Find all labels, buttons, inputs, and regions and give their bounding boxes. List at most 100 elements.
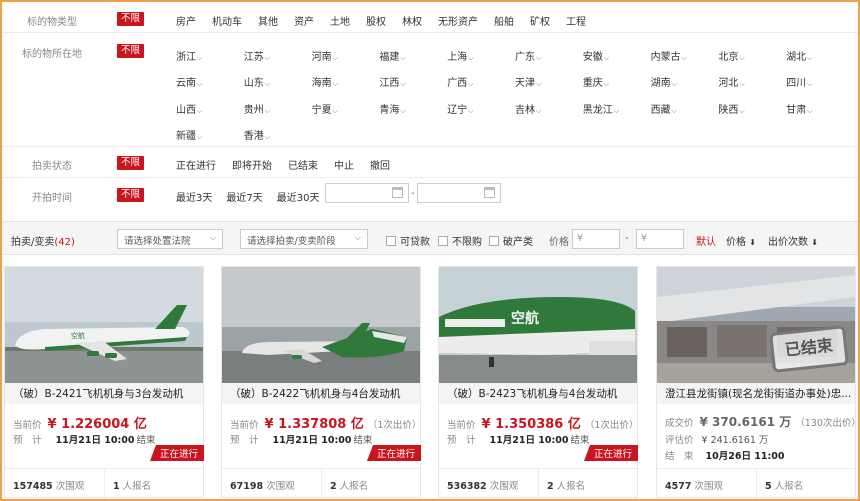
court-select[interactable]: 请选择处置法院 ⌵	[117, 229, 223, 249]
location-option[interactable]: 贵州⌵	[244, 101, 312, 116]
property-photo[interactable]: 已结束	[657, 267, 855, 383]
card-title[interactable]: （破）B-2423飞机机身与4台发动机	[439, 383, 637, 404]
filter-start-time-option[interactable]: 最近3天	[176, 189, 212, 204]
filter-type-option[interactable]: 机动车	[212, 13, 242, 28]
sort-price-label: 价格	[726, 237, 746, 248]
filter-type-option[interactable]: 资产	[294, 13, 314, 28]
filter-type-option[interactable]: 工程	[566, 13, 586, 28]
footer-divider	[756, 469, 757, 499]
location-option[interactable]: 福建⌵	[379, 48, 447, 63]
filter-start-time-unlimited[interactable]: 不限	[117, 188, 145, 202]
location-option[interactable]: 湖南⌵	[651, 74, 719, 89]
location-option[interactable]: 四川⌵	[786, 74, 854, 89]
card-title[interactable]: （破）B-2422飞机机身与4台发动机	[222, 383, 420, 404]
location-option[interactable]: 山东⌵	[244, 74, 312, 89]
filter-start-time-option[interactable]: 最近30天	[277, 189, 320, 204]
card-bid-count: （130次出价）	[795, 418, 860, 429]
auction-card[interactable]: 空航 （破）B-2423飞机机身与4台发动机 当前价 ¥ 1.350386 亿（1…	[438, 266, 638, 499]
location-option[interactable]: 海南⌵	[312, 74, 380, 89]
price-range-label: 价格	[549, 237, 569, 248]
location-option[interactable]: 广西⌵	[447, 74, 515, 89]
filter-type-option[interactable]: 矿权	[530, 13, 550, 28]
location-option[interactable]: 河北⌵	[718, 74, 786, 89]
filter-type-unlimited[interactable]: 不限	[117, 12, 145, 26]
location-option[interactable]: 吉林⌵	[515, 101, 583, 116]
location-option[interactable]: 新疆⌵	[176, 127, 244, 142]
location-option[interactable]: 广东⌵	[515, 48, 583, 63]
auction-card[interactable]: 空航 （破）B-2421飞机机身与3台发动机 当前价 ¥ 1.226004 亿 预…	[4, 266, 204, 499]
checkbox-bankruptcy[interactable]: 破产类	[489, 233, 533, 248]
filter-type-option[interactable]: 船舶	[494, 13, 514, 28]
filter-status-option[interactable]: 撤回	[370, 157, 390, 172]
filter-status-option[interactable]: 即将开始	[232, 157, 272, 172]
location-option[interactable]: 青海⌵	[379, 101, 447, 116]
filter-status-option[interactable]: 已结束	[288, 157, 318, 172]
filter-type-option[interactable]: 其他	[258, 13, 278, 28]
location-option[interactable]: 陕西⌵	[718, 101, 786, 116]
stage-select[interactable]: 请选择拍卖/变卖阶段 ⌵	[240, 229, 368, 249]
chevron-down-icon: ⌵	[354, 233, 361, 242]
sort-price[interactable]: 价格 ⬇	[726, 233, 756, 248]
location-option-label: 内蒙古	[650, 51, 681, 63]
location-option[interactable]: 上海⌵	[447, 48, 515, 63]
location-option[interactable]: 香港⌵	[244, 127, 312, 142]
location-option[interactable]: 黑龙江⌵	[583, 101, 651, 116]
chevron-down-icon: ⌵	[400, 53, 406, 62]
start-date-input[interactable]	[325, 183, 409, 203]
card-views-label: 次围观	[266, 481, 295, 492]
filter-type-option[interactable]: 土地	[330, 13, 350, 28]
plane-photo[interactable]: 空航	[439, 267, 637, 383]
location-option[interactable]: 北京⌵	[718, 48, 786, 63]
card-end-label: 预 计	[230, 435, 259, 446]
location-option[interactable]: 宁夏⌵	[312, 101, 380, 116]
plane-photo[interactable]: 空航	[5, 267, 203, 383]
price-max-input[interactable]: ¥	[636, 229, 684, 249]
filter-location-unlimited[interactable]: 不限	[117, 44, 145, 58]
location-option[interactable]: 天津⌵	[515, 74, 583, 89]
chevron-down-icon: ⌵	[209, 233, 216, 242]
location-option[interactable]: 河南⌵	[312, 48, 380, 63]
location-option-label: 云南	[176, 78, 196, 90]
filter-start-time-options: 最近3天 最近7天 最近30天	[172, 189, 319, 204]
location-option[interactable]: 内蒙古⌵	[651, 48, 719, 63]
location-option[interactable]: 江苏⌵	[244, 48, 312, 63]
chevron-down-icon: ⌵	[807, 106, 813, 115]
filter-status-option[interactable]: 中止	[334, 157, 354, 172]
filter-status-option[interactable]: 正在进行	[176, 157, 216, 172]
ended-stamp: 已结束	[769, 325, 849, 373]
checkbox-no-purchase-limit[interactable]: 不限购	[438, 233, 482, 248]
checkbox-loan[interactable]: 可贷款	[386, 233, 430, 248]
filter-status-unlimited[interactable]: 不限	[117, 156, 145, 170]
card-end-suffix: 结束	[353, 435, 373, 446]
filter-type-option[interactable]: 林权	[402, 13, 422, 28]
card-title[interactable]: （破）B-2421飞机机身与3台发动机	[5, 383, 203, 404]
plane-photo[interactable]	[222, 267, 420, 383]
auction-card[interactable]: 已结束 澄江县龙街镇(现名龙街街道办事处)忠... 成交价 ¥ 370.6161 …	[656, 266, 860, 499]
location-option[interactable]: 西藏⌵	[651, 101, 719, 116]
location-option[interactable]: 湖北⌵	[786, 48, 854, 63]
filter-type-option[interactable]: 无形资产	[438, 13, 478, 28]
location-option[interactable]: 山西⌵	[176, 101, 244, 116]
location-option[interactable]: 安徽⌵	[583, 48, 651, 63]
filter-type-option[interactable]: 房产	[176, 13, 196, 28]
card-views-label: 次围观	[55, 481, 85, 492]
status-badge: 正在进行	[149, 445, 204, 461]
location-option[interactable]: 云南⌵	[176, 74, 244, 89]
price-min-input[interactable]: ¥	[572, 229, 620, 249]
location-option[interactable]: 甘肃⌵	[786, 101, 854, 116]
filter-type-option[interactable]: 股权	[366, 13, 386, 28]
sort-default[interactable]: 默认	[696, 233, 716, 248]
location-option[interactable]: 浙江⌵	[176, 48, 244, 63]
filter-start-time-option[interactable]: 最近7天	[226, 189, 262, 204]
location-option-label: 香港	[243, 131, 264, 143]
auction-card[interactable]: （破）B-2422飞机机身与4台发动机 当前价 ¥ 1.337808 亿（1次出价…	[221, 266, 421, 499]
location-option[interactable]: 重庆⌵	[583, 74, 651, 89]
location-option[interactable]: 辽宁⌵	[447, 101, 515, 116]
end-date-input[interactable]	[417, 183, 501, 203]
card-title[interactable]: 澄江县龙街镇(现名龙街街道办事处)忠...	[657, 383, 855, 404]
filter-row-type: 标的物类型 不限 房产 机动车 其他 资产 土地 股权 林权 无形资产 船舶 矿…	[2, 2, 858, 33]
location-option-label: 上海	[447, 51, 468, 63]
location-option[interactable]: 江西⌵	[379, 74, 447, 89]
result-count-close: )	[71, 237, 75, 248]
sort-bids[interactable]: 出价次数 ⬇	[768, 233, 818, 248]
